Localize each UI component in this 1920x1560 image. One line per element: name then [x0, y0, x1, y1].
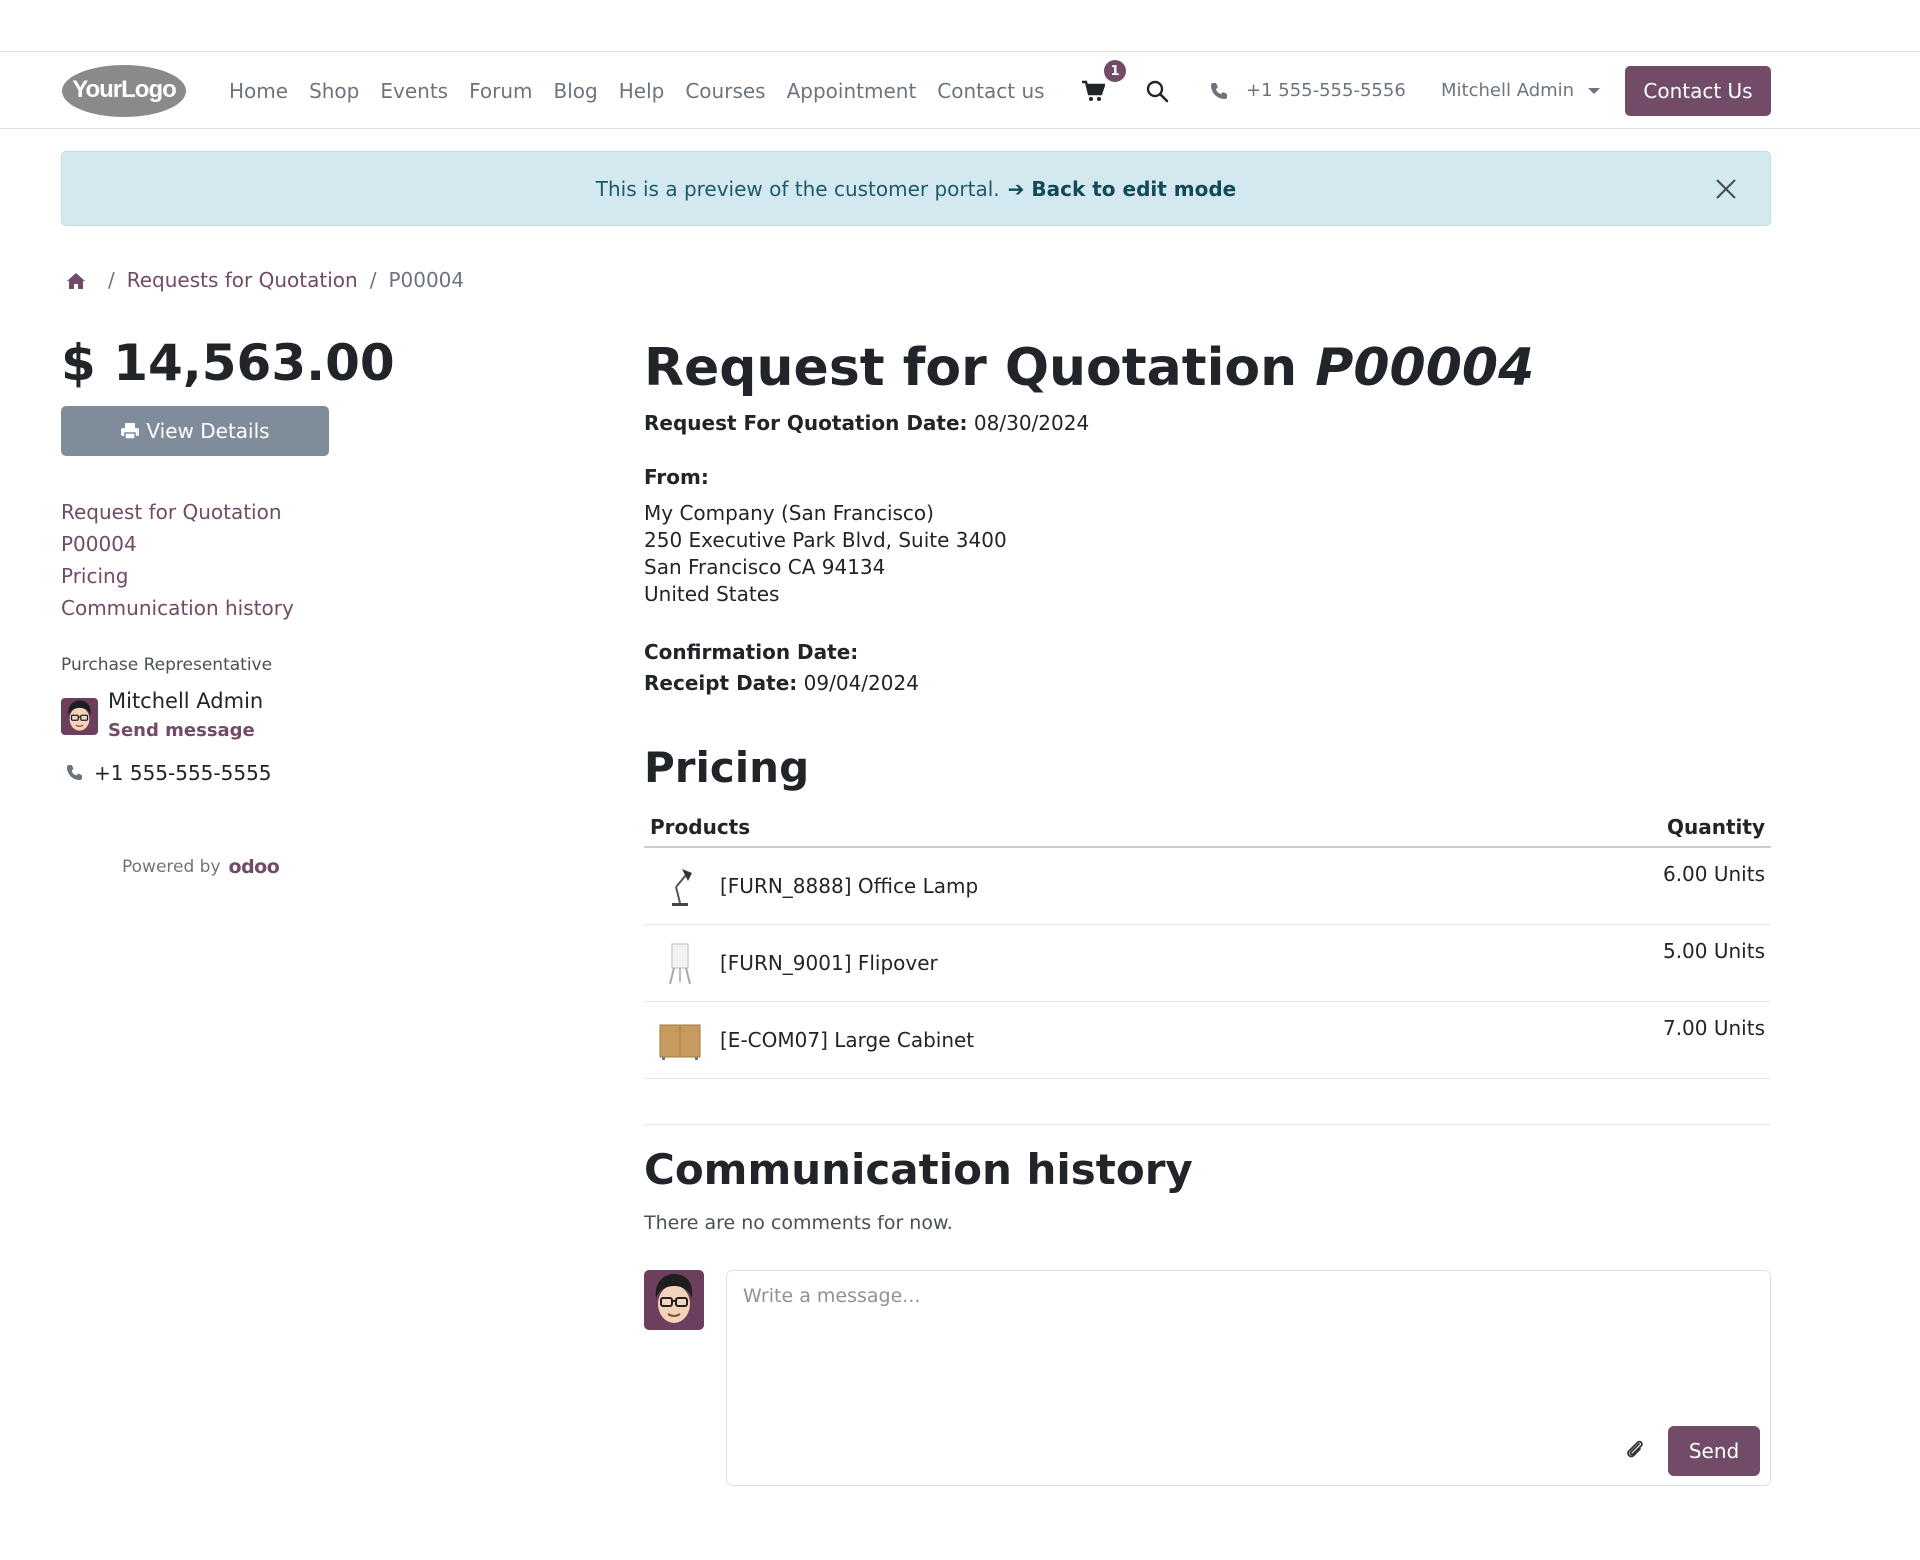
arrow-right-icon: ➔ [1007, 176, 1032, 201]
user-menu[interactable]: Mitchell Admin [1441, 80, 1601, 101]
receipt-date-label: Receipt Date: [644, 671, 798, 695]
col-quantity: Quantity [1667, 815, 1765, 839]
address-line: My Company (San Francisco) [644, 501, 934, 525]
search-icon[interactable] [1145, 79, 1169, 103]
receipt-date-value: 09/04/2024 [803, 671, 919, 695]
avatar [61, 698, 98, 735]
cabinet-icon [658, 1019, 702, 1063]
nav-forum[interactable]: Forum [469, 79, 532, 103]
cart-icon[interactable] [1081, 80, 1106, 102]
from-label: From: [644, 465, 709, 489]
printer-icon [121, 423, 140, 440]
send-button[interactable]: Send [1668, 1426, 1760, 1476]
phone-icon [1210, 82, 1228, 100]
browser-top-strip [0, 0, 1920, 52]
nav-events[interactable]: Events [380, 79, 448, 103]
back-to-edit-label: Back to edit mode [1031, 176, 1237, 201]
site-logo[interactable]: YourLogo [61, 64, 187, 118]
caret-down-icon [1588, 87, 1601, 94]
avatar [644, 1270, 704, 1330]
section-divider [644, 1124, 1771, 1125]
nav-blog[interactable]: Blog [554, 79, 598, 103]
breadcrumb-separator: / [369, 268, 377, 292]
close-icon[interactable] [1714, 177, 1738, 201]
table-of-contents: Request for Quotation P00004 Pricing Com… [61, 496, 294, 624]
toc-reference[interactable]: P00004 [61, 528, 294, 560]
back-to-edit-link[interactable]: ➔ Back to edit mode [1008, 177, 1237, 201]
view-details-label: View Details [146, 419, 270, 443]
pricing-table: Products Quantity [FURN_8888] Office Lam… [644, 808, 1771, 1079]
from-address: My Company (San Francisco) 250 Executive… [644, 500, 1007, 608]
purchase-rep-label: Purchase Representative [61, 655, 273, 675]
site-header: YourLogo Home Shop Events Forum Blog Hel… [0, 52, 1920, 129]
rfq-date: Request For Quotation Date: 08/30/2024 [644, 411, 1089, 435]
no-comments-text: There are no comments for now. [644, 1212, 953, 1234]
send-message-link[interactable]: Send message [108, 720, 255, 741]
product-name: [E-COM07] Large Cabinet [720, 1028, 975, 1052]
product-qty: 6.00 Units [1662, 862, 1765, 886]
table-header: Products Quantity [644, 808, 1771, 848]
table-row: [E-COM07] Large Cabinet 7.00 Units [644, 1002, 1771, 1079]
table-row: [FURN_8888] Office Lamp 6.00 Units [644, 848, 1771, 925]
total-amount: $ 14,563.00 [61, 334, 395, 392]
user-name: Mitchell Admin [1441, 80, 1575, 101]
col-products: Products [650, 815, 751, 839]
nav-courses[interactable]: Courses [685, 79, 765, 103]
portal-preview-alert: This is a preview of the customer portal… [61, 151, 1771, 226]
lamp-icon [658, 865, 702, 909]
toc-communication-history[interactable]: Communication history [61, 592, 294, 624]
breadcrumb: / Requests for Quotation / P00004 [66, 268, 464, 292]
confirmation-date-label: Confirmation Date: [644, 640, 859, 664]
powered-by: Powered by odoo [122, 856, 280, 878]
pricing-heading: Pricing [644, 743, 810, 792]
toc-pricing[interactable]: Pricing [61, 560, 294, 592]
nav-home[interactable]: Home [229, 79, 288, 103]
contact-us-button[interactable]: Contact Us [1625, 66, 1771, 116]
view-details-button[interactable]: View Details [61, 406, 329, 456]
rep-phone[interactable]: +1 555-555-5555 [94, 761, 272, 785]
address-line: 250 Executive Park Blvd, Suite 3400 [644, 528, 1007, 552]
message-composer: Send [726, 1270, 1771, 1486]
rfq-date-label: Request For Quotation Date: [644, 411, 968, 435]
title-prefix: Request for Quotation [644, 338, 1298, 398]
svg-text:YourLogo: YourLogo [72, 76, 176, 103]
message-input[interactable] [727, 1271, 1770, 1421]
product-name: [FURN_9001] Flipover [720, 951, 938, 975]
breadcrumb-rfq[interactable]: Requests for Quotation [127, 268, 358, 292]
alert-text: This is a preview of the customer portal… [595, 176, 1000, 201]
paperclip-icon[interactable] [1624, 1439, 1646, 1461]
product-name: [FURN_8888] Office Lamp [720, 874, 979, 898]
cart-count-badge: 1 [1104, 60, 1126, 82]
product-qty: 7.00 Units [1662, 1016, 1765, 1040]
nav-appointment[interactable]: Appointment [787, 79, 917, 103]
toc-request-for-quotation[interactable]: Request for Quotation [61, 496, 294, 528]
breadcrumb-current: P00004 [388, 268, 465, 292]
product-qty: 5.00 Units [1662, 939, 1765, 963]
odoo-logo[interactable]: odoo [229, 856, 280, 878]
title-reference: P00004 [1315, 338, 1535, 398]
rep-name: Mitchell Admin [108, 689, 264, 713]
powered-by-text: Powered by [122, 857, 221, 877]
home-icon[interactable] [66, 271, 86, 289]
communication-heading: Communication history [644, 1145, 1193, 1194]
table-row: [FURN_9001] Flipover 5.00 Units [644, 925, 1771, 1002]
nav-shop[interactable]: Shop [309, 79, 359, 103]
receipt-date: Receipt Date: 09/04/2024 [644, 671, 919, 695]
main-nav: Home Shop Events Forum Blog Help Courses… [229, 52, 1066, 129]
rfq-date-value: 08/30/2024 [973, 411, 1090, 435]
nav-contact-us[interactable]: Contact us [937, 79, 1044, 103]
header-phone[interactable]: +1 555-555-5556 [1246, 80, 1406, 101]
page-title: Request for Quotation P00004 [644, 338, 1534, 398]
address-line: San Francisco CA 94134 [644, 555, 886, 579]
nav-help[interactable]: Help [619, 79, 665, 103]
breadcrumb-separator: / [108, 268, 115, 292]
address-line: United States [644, 582, 780, 606]
flipover-icon [658, 942, 702, 986]
phone-icon [66, 764, 83, 781]
